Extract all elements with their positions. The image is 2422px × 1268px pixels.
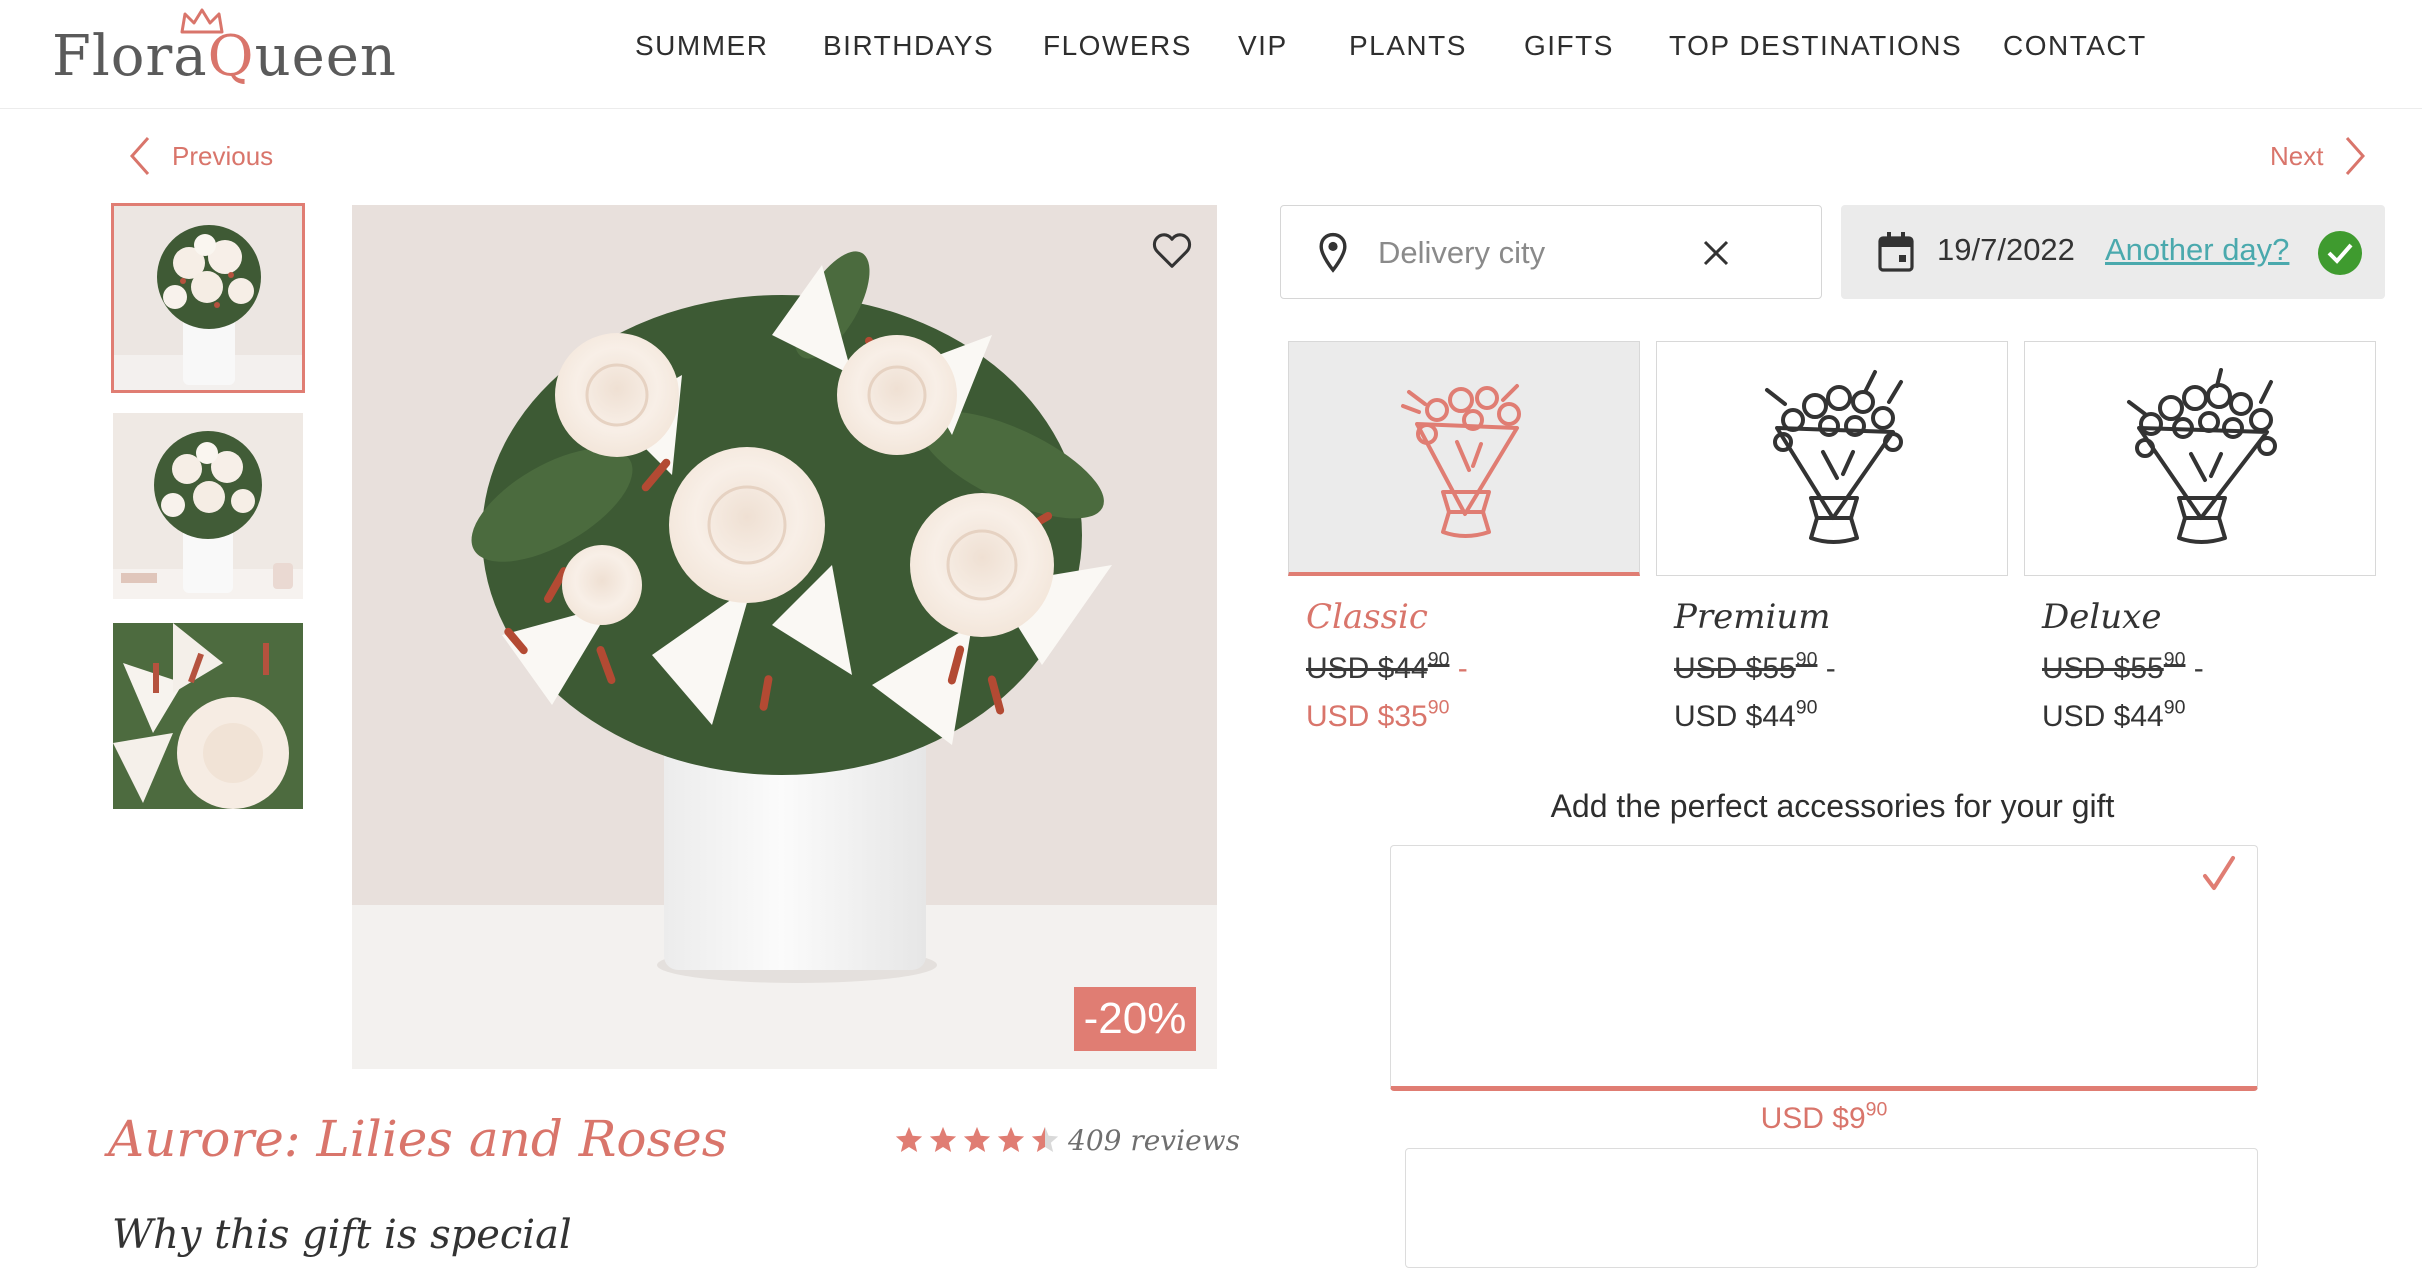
calendar-icon xyxy=(1878,232,1914,272)
discount-badge: -20% xyxy=(1074,987,1196,1051)
bouquet-vase-image xyxy=(113,205,303,391)
clear-icon[interactable] xyxy=(1701,238,1731,268)
option-classic-old-price: USD $4490 - xyxy=(1306,648,1468,685)
thumbnail-1[interactable] xyxy=(111,203,305,393)
site-header: FloraQueen SUMMER BIRTHDAYS FLOWERS VIP … xyxy=(0,0,2422,109)
bouquet-vase-image xyxy=(352,205,1217,1069)
option-deluxe-old-price: USD $5590 - xyxy=(2042,648,2204,685)
star-icon xyxy=(963,1126,991,1152)
logo-text: FloraQueen xyxy=(52,24,397,89)
bouquet-icon xyxy=(2127,368,2277,544)
check-circle-icon xyxy=(2318,231,2362,275)
accessory-card[interactable] xyxy=(1405,1148,2258,1268)
accessories-heading: Add the perfect accessories for your gif… xyxy=(1550,788,2115,824)
chevron-left-icon xyxy=(129,137,150,175)
delivery-city-field[interactable] xyxy=(1280,205,1822,299)
star-icon xyxy=(895,1126,923,1152)
option-classic-new-price: USD $3590 xyxy=(1306,696,1450,733)
bouquet-icon xyxy=(1765,370,1903,544)
location-pin-icon xyxy=(1319,232,1347,273)
chevron-right-icon xyxy=(2346,137,2366,175)
option-deluxe[interactable] xyxy=(2024,341,2376,576)
option-premium-old-price: USD $5590 - xyxy=(1674,648,1836,685)
nav-summer[interactable]: SUMMER xyxy=(635,30,768,62)
next-label: Next xyxy=(2270,140,2324,171)
nav-flowers[interactable]: FLOWERS xyxy=(1043,30,1192,62)
product-title: Aurore: Lilies and Roses xyxy=(108,1110,728,1168)
delivery-date-field[interactable]: 19/7/2022 Another day? xyxy=(1841,205,2385,299)
star-icon xyxy=(929,1126,957,1152)
logo[interactable]: FloraQueen xyxy=(52,8,396,98)
another-day-link[interactable]: Another day? xyxy=(2105,232,2289,268)
bouquet-icon xyxy=(1401,384,1521,538)
option-premium-name: Premium xyxy=(1674,597,1831,637)
nav-contact[interactable]: CONTACT xyxy=(2003,30,2147,62)
thumbnail-2[interactable] xyxy=(113,413,303,599)
bouquet-closeup-image xyxy=(113,623,303,809)
accessory-card[interactable] xyxy=(1390,845,2258,1091)
previous-link[interactable]: Previous xyxy=(126,134,273,178)
accessory-price: USD $990 xyxy=(1760,1098,1888,1135)
option-deluxe-name: Deluxe xyxy=(2042,597,2162,637)
product-main-image: -20% xyxy=(352,205,1217,1069)
check-icon xyxy=(2203,856,2235,890)
delivery-date-value: 19/7/2022 xyxy=(1937,232,2075,267)
option-classic[interactable] xyxy=(1288,341,1640,576)
nav-birthdays[interactable]: BIRTHDAYS xyxy=(823,30,994,62)
thumbnail-3[interactable] xyxy=(113,623,303,809)
option-premium-new-price: USD $4490 xyxy=(1674,696,1818,733)
bouquet-vase-image xyxy=(113,413,303,599)
star-icon xyxy=(1031,1126,1059,1152)
nav-top-destinations[interactable]: TOP DESTINATIONS xyxy=(1669,30,1962,62)
option-premium[interactable] xyxy=(1656,341,2008,576)
nav-gifts[interactable]: GIFTS xyxy=(1524,30,1614,62)
why-special-heading: Why this gift is special xyxy=(112,1212,572,1258)
option-deluxe-new-price: USD $4490 xyxy=(2042,696,2186,733)
rating-stars[interactable] xyxy=(894,1125,1060,1155)
option-classic-name: Classic xyxy=(1306,597,1428,637)
nav-plants[interactable]: PLANTS xyxy=(1349,30,1467,62)
nav-vip[interactable]: VIP xyxy=(1238,30,1288,62)
delivery-city-input[interactable] xyxy=(1376,226,1710,280)
reviews-count[interactable]: 409 reviews xyxy=(1068,1124,1240,1157)
star-icon xyxy=(997,1126,1025,1152)
heart-icon[interactable] xyxy=(1149,227,1195,273)
previous-label: Previous xyxy=(172,140,274,171)
next-link[interactable]: Next xyxy=(2270,134,2369,178)
